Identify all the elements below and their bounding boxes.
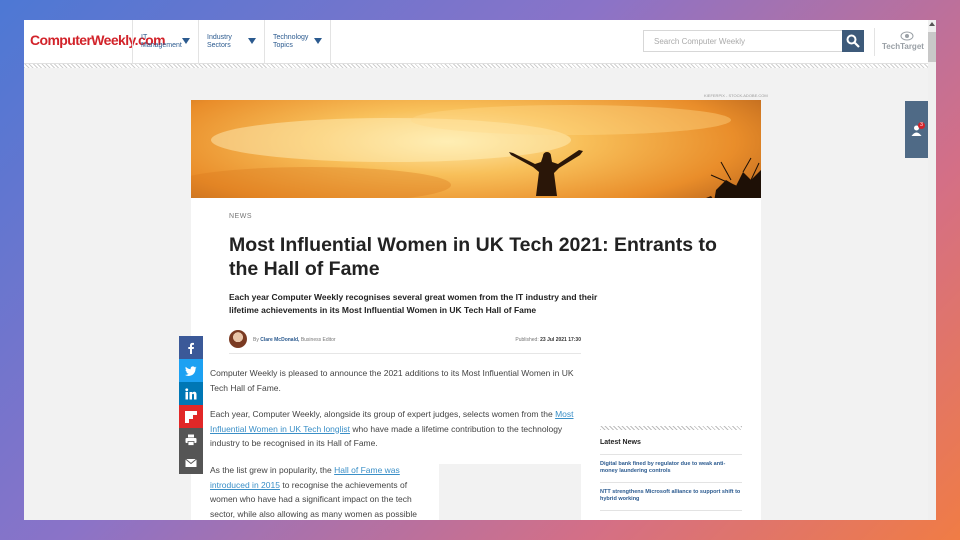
nav-it-management[interactable]: IT Management: [132, 20, 198, 64]
share-twitter-button[interactable]: [179, 359, 203, 382]
facebook-icon: [188, 342, 194, 354]
print-button[interactable]: [179, 428, 203, 451]
email-icon: [185, 458, 197, 467]
author-role: Business Editor: [300, 337, 336, 343]
site-header: ComputerWeekly.com IT Management Industr…: [24, 20, 936, 64]
print-icon: [185, 434, 197, 446]
user-account-tab[interactable]: 3: [905, 101, 928, 158]
chevron-down-icon: [314, 38, 322, 44]
nav-label: IT Management: [141, 34, 182, 49]
author-name-link[interactable]: Clare McDonald,: [260, 337, 299, 343]
published-value: 23 Jul 2021 17:30: [540, 337, 581, 343]
latest-news-title: Latest News: [600, 439, 641, 446]
article-paragraph-3: As the list grew in popularity, the Hall…: [210, 463, 425, 520]
header-hatch-divider: [24, 64, 928, 68]
notification-badge: 3: [918, 122, 925, 129]
article-standfirst: Each year Computer Weekly recognises sev…: [229, 292, 598, 315]
share-email-button[interactable]: [179, 451, 203, 474]
inline-ad-slot: [439, 464, 581, 520]
latest-news-item[interactable]: Digital bank fined by regulator due to w…: [600, 454, 742, 475]
twitter-icon: [185, 366, 197, 376]
browser-viewport: ComputerWeekly.com IT Management Industr…: [24, 20, 936, 520]
byline: By Clare McDonald, Business Editor: [253, 337, 336, 343]
byline-prefix: By: [253, 337, 259, 343]
scrollbar[interactable]: [928, 20, 936, 520]
nav-industry-sectors[interactable]: Industry Sectors: [198, 20, 264, 64]
share-facebook-button[interactable]: [179, 336, 203, 359]
scroll-up-arrow-icon[interactable]: [929, 22, 935, 26]
linkedin-icon: [185, 388, 197, 400]
chevron-down-icon: [182, 38, 190, 44]
published-label: Published:: [515, 337, 539, 343]
flipboard-icon: [185, 411, 197, 423]
search-button[interactable]: [842, 30, 864, 52]
latest-news-hatch: [600, 426, 742, 430]
nav-technology-topics[interactable]: Technology Topics: [264, 20, 330, 64]
article-paragraph-1: Computer Weekly is pleased to announce t…: [210, 368, 574, 393]
share-flipboard-button[interactable]: [179, 405, 203, 428]
scrollbar-thumb[interactable]: [928, 32, 936, 62]
latest-news-divider: [600, 510, 742, 511]
header-divider: [874, 28, 875, 56]
techtarget-logo[interactable]: TechTarget: [882, 42, 924, 51]
search-icon: [846, 34, 860, 48]
image-credit: KIEFERPIX - STOCK.ADOBE.COM: [704, 93, 768, 98]
byline-row: By Clare McDonald, Business Editor Publi…: [229, 328, 581, 354]
chevron-down-icon: [248, 38, 256, 44]
nav-label: Industry Sectors: [207, 34, 232, 49]
article-paragraph-2: Each year, Computer Weekly, alongside it…: [210, 407, 590, 451]
paragraph-text: As the list grew in popularity, the: [210, 465, 332, 475]
nav-label: Technology Topics: [273, 34, 309, 49]
techtarget-eye-icon: [900, 31, 914, 41]
paragraph-text: Each year, Computer Weekly, alongside it…: [210, 409, 553, 419]
article-kicker: NEWS: [229, 213, 252, 220]
nav-divider: [330, 20, 331, 64]
article-headline: Most Influential Women in UK Tech 2021: …: [229, 234, 717, 280]
latest-news-item[interactable]: NTT strengthens Microsoft alliance to su…: [600, 482, 742, 503]
search-input[interactable]: Search Computer Weekly: [643, 30, 843, 52]
published-date: Published: 23 Jul 2021 17:30: [515, 337, 581, 343]
share-linkedin-button[interactable]: [179, 382, 203, 405]
author-avatar[interactable]: [229, 330, 247, 348]
